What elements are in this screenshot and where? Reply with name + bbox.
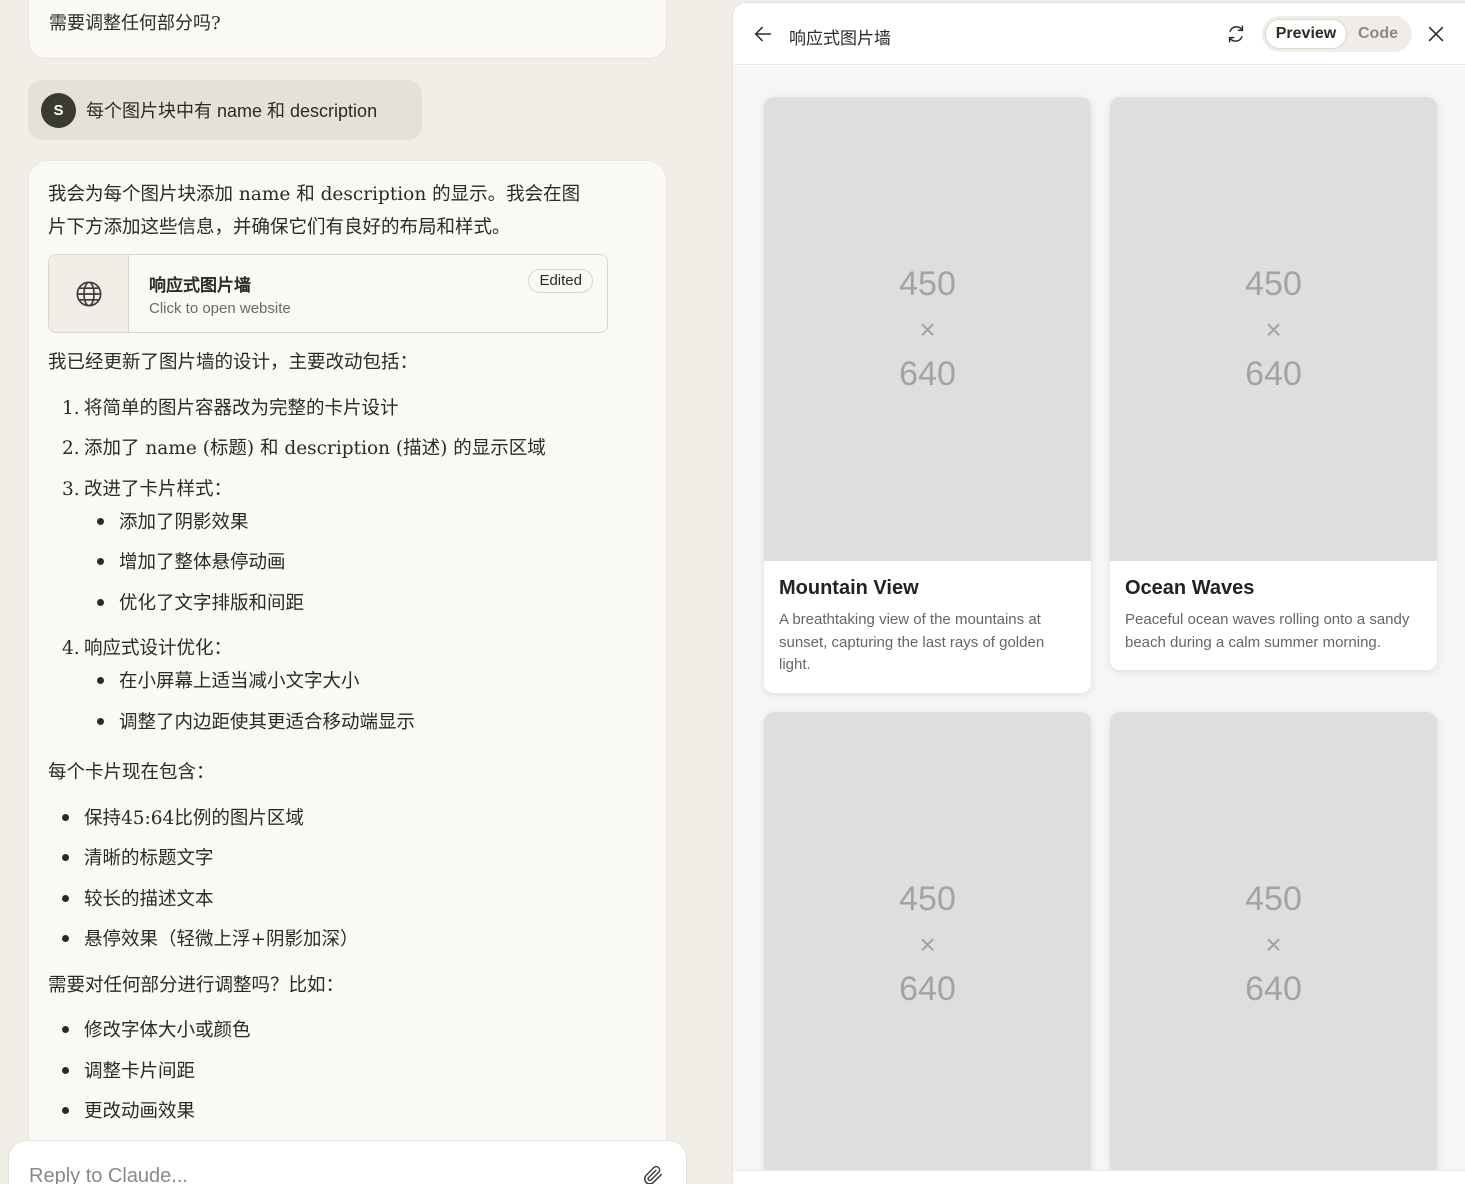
close-icon[interactable] <box>1425 23 1447 45</box>
assistant-intro: 我会为每个图片块添加 name 和 description 的显示。我会在图 片… <box>48 178 618 244</box>
previous-message-text: 需要调整任何部分吗? <box>49 13 221 34</box>
tab-code[interactable]: Code <box>1348 19 1408 49</box>
bullet-icon <box>97 718 104 725</box>
tab-preview[interactable]: Preview <box>1265 19 1347 49</box>
list-item: 较长的描述文本 <box>84 889 214 910</box>
gallery-card[interactable]: 450 × 640 Ocean Waves Peaceful ocean wav… <box>1110 97 1437 670</box>
card-body: Ocean Waves Peaceful ocean waves rolling… <box>1110 561 1437 670</box>
summary-heading: 我已经更新了图片墙的设计，主要改动包括： <box>48 352 419 373</box>
list-item: 1. 将简单的图片容器改为完整的卡片设计 <box>62 398 399 419</box>
bullet-icon <box>62 935 69 942</box>
bullet-icon <box>62 814 69 821</box>
card-heading: 每个卡片现在包含： <box>48 762 215 783</box>
artifact-icon-box <box>49 255 129 332</box>
list-item: 保持45:64比例的图片区域 <box>84 808 304 829</box>
edited-badge: Edited <box>528 269 593 293</box>
panel-header: 响应式图片墙 Preview Code <box>733 3 1465 65</box>
assistant-message: 我会为每个图片块添加 name 和 description 的显示。我会在图 片… <box>28 160 667 1184</box>
artifact-panel: 响应式图片墙 Preview Code 450 × 640 Mountain V… <box>732 2 1465 1184</box>
list-item: 3. 改进了卡片样式： <box>62 479 233 500</box>
list-item: 清晰的标题文字 <box>84 848 214 869</box>
reply-input[interactable] <box>29 1161 589 1184</box>
question-text: 需要对任何部分进行调整吗？比如： <box>48 975 345 996</box>
gallery-card[interactable]: 450 × 640 <box>1110 712 1437 1170</box>
image-placeholder: 450 × 640 <box>764 97 1091 561</box>
bullet-icon <box>62 854 69 861</box>
bullet-icon <box>62 1107 69 1114</box>
back-arrow-icon[interactable] <box>751 23 775 45</box>
reply-box <box>8 1140 687 1184</box>
list-item: 4. 响应式设计优化： <box>62 638 233 659</box>
image-placeholder: 450 × 640 <box>1110 97 1437 561</box>
panel-footer <box>733 1170 1465 1184</box>
list-item: 2. 添加了 name (标题) 和 description (描述) 的显示区域 <box>62 438 546 459</box>
chat-column: 需要调整任何部分吗? S 每个图片块中有 name 和 description … <box>0 0 732 1184</box>
refresh-icon[interactable] <box>1225 23 1247 45</box>
list-item: 添加了阴影效果 <box>119 512 249 533</box>
artifact-subtitle: Click to open website <box>149 300 291 317</box>
user-message-text: 每个图片块中有 name 和 description <box>86 101 378 121</box>
user-message: S 每个图片块中有 name 和 description <box>28 80 422 140</box>
list-item: 增加了整体悬停动画 <box>119 552 286 573</box>
card-description: A breathtaking view of the mountains at … <box>779 611 1045 673</box>
gallery-card[interactable]: 450 × 640 Mountain View A breathtaking v… <box>764 97 1091 693</box>
list-item: 调整卡片间距 <box>84 1061 196 1082</box>
list-item: 悬停效果（轻微上浮+阴影加深） <box>84 929 359 950</box>
card-name: Ocean Waves <box>1125 577 1255 599</box>
list-item: 优化了文字排版和间距 <box>119 593 305 614</box>
view-toggle: Preview Code <box>1262 16 1412 52</box>
gallery-card[interactable]: 450 × 640 <box>764 712 1091 1170</box>
list-item: 修改字体大小或颜色 <box>84 1020 251 1041</box>
bullet-icon <box>62 1067 69 1074</box>
panel-title: 响应式图片墙 <box>789 29 891 49</box>
image-placeholder: 450 × 640 <box>1110 712 1437 1170</box>
bullet-icon <box>97 558 104 565</box>
card-body: Mountain View A breathtaking view of the… <box>764 561 1091 693</box>
intro-line-1: 我会为每个图片块添加 name 和 description 的显示。我会在图 <box>48 184 581 205</box>
artifact-title: 响应式图片墙 <box>149 276 251 295</box>
card-description: Peaceful ocean waves rolling onto a sand… <box>1125 611 1410 651</box>
intro-line-2: 片下方添加这些信息，并确保它们有良好的布局和样式。 <box>48 217 511 238</box>
bullet-icon <box>62 1026 69 1033</box>
avatar[interactable]: S <box>41 92 76 128</box>
card-name: Mountain View <box>779 577 919 599</box>
globe-icon <box>76 281 101 306</box>
list-item: 调整了内边距使其更适合移动端显示 <box>119 712 416 733</box>
paperclip-icon[interactable] <box>642 1163 664 1184</box>
bullet-icon <box>97 518 104 525</box>
image-placeholder: 450 × 640 <box>764 712 1091 1170</box>
bullet-icon <box>62 895 69 902</box>
artifact-card[interactable]: 响应式图片墙 Click to open website Edited <box>48 254 608 333</box>
previous-assistant-message: 需要调整任何部分吗? <box>28 0 667 59</box>
bullet-icon <box>97 599 104 606</box>
image-gallery: 450 × 640 Mountain View A breathtaking v… <box>733 66 1465 1170</box>
bullet-icon <box>97 677 104 684</box>
list-item: 在小屏幕上适当减小文字大小 <box>119 671 360 692</box>
list-item: 更改动画效果 <box>84 1101 196 1122</box>
